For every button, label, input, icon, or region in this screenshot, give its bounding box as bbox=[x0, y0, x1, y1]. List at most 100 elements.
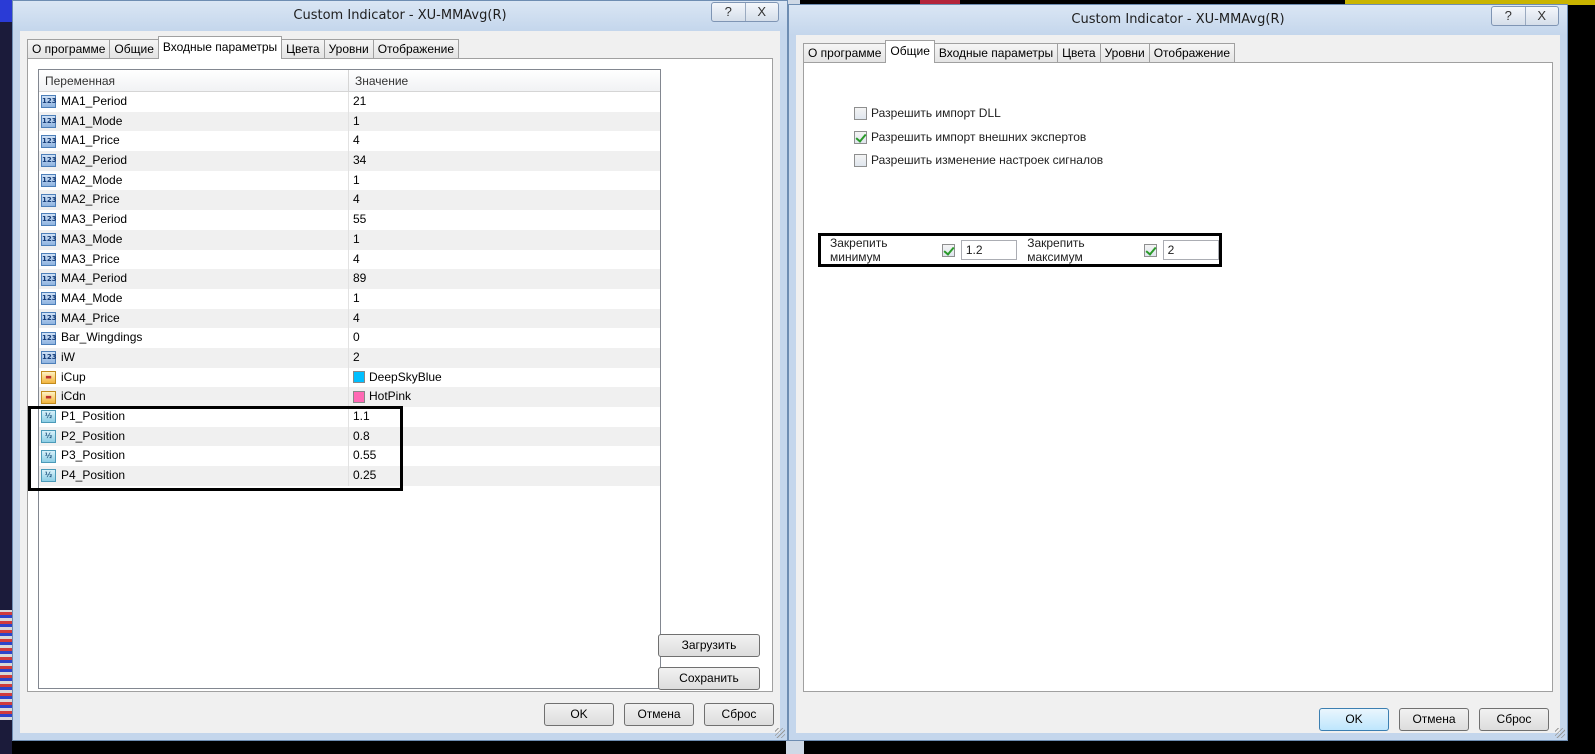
column-header-variable[interactable]: Переменная bbox=[39, 70, 349, 91]
variable-name: MA2_Period bbox=[61, 153, 128, 168]
fix-max-input[interactable]: 2 bbox=[1162, 240, 1219, 260]
table-row[interactable]: 123 MA2_Period 34 bbox=[39, 151, 660, 171]
close-button[interactable]: X bbox=[744, 3, 779, 21]
value-cell[interactable]: 1 bbox=[349, 112, 660, 132]
value-cell[interactable]: 34 bbox=[349, 151, 660, 171]
table-row[interactable]: 123 iW 2 bbox=[39, 347, 660, 368]
fix-min-input[interactable]: 1.2 bbox=[960, 240, 1018, 260]
tab-colors[interactable]: Цвета bbox=[1057, 43, 1101, 63]
allow-signals-checkbox[interactable] bbox=[854, 153, 867, 167]
value-cell[interactable]: DeepSkyBlue bbox=[349, 368, 660, 388]
value-cell[interactable]: 55 bbox=[349, 210, 660, 230]
tab-levels[interactable]: Уровни bbox=[1099, 43, 1150, 63]
common-panel: Разрешить импорт DLL Разрешить импорт вн… bbox=[803, 62, 1553, 692]
value-cell[interactable]: 1.1 bbox=[349, 407, 660, 427]
table-row[interactable]: 123 MA3_Price 4 bbox=[39, 249, 660, 270]
option-allow-experts[interactable]: Разрешить импорт внешних экспертов bbox=[854, 129, 1086, 145]
close-button[interactable]: X bbox=[1524, 7, 1559, 25]
variable-name: MA1_Period bbox=[61, 94, 128, 108]
reset-button[interactable]: Сброс bbox=[1479, 708, 1549, 731]
variable-value: 0.8 bbox=[353, 428, 370, 443]
resize-grip[interactable] bbox=[775, 728, 785, 738]
table-row[interactable]: ½ P1_Position 1.1 bbox=[39, 407, 660, 427]
table-row[interactable]: 123 MA4_Price 4 bbox=[39, 308, 660, 329]
int-icon: 123 bbox=[41, 252, 57, 266]
option-allow-signals[interactable]: Разрешить изменение настроек сигналов bbox=[854, 152, 1103, 168]
column-header-value[interactable]: Значение bbox=[349, 70, 408, 91]
table-row[interactable]: ½ P2_Position 0.8 bbox=[39, 426, 660, 447]
tab-common[interactable]: Общие bbox=[885, 40, 935, 63]
cancel-button[interactable]: Отмена bbox=[1399, 708, 1469, 731]
variable-value: 4 bbox=[353, 133, 360, 148]
value-cell[interactable]: 2 bbox=[349, 348, 660, 368]
resize-grip[interactable] bbox=[1555, 728, 1565, 738]
value-cell[interactable]: 1 bbox=[349, 230, 660, 250]
variable-value: 1 bbox=[353, 290, 360, 305]
tab-inputs[interactable]: Входные параметры bbox=[157, 36, 283, 59]
tab-inputs[interactable]: Входные параметры bbox=[933, 43, 1059, 63]
cancel-button[interactable]: Отмена bbox=[624, 703, 694, 726]
table-row[interactable]: ½ P3_Position 0.55 bbox=[39, 446, 660, 467]
table-row[interactable]: 123 MA2_Price 4 bbox=[39, 190, 660, 211]
allow-experts-checkbox[interactable] bbox=[854, 130, 867, 144]
ok-button[interactable]: OK bbox=[1319, 708, 1389, 731]
tab-visualization[interactable]: Отображение bbox=[1148, 43, 1236, 63]
help-button[interactable]: ? bbox=[712, 3, 745, 21]
table-row[interactable]: 123 MA3_Period 55 bbox=[39, 210, 660, 230]
value-cell[interactable]: 1 bbox=[349, 171, 660, 191]
variable-value: DeepSkyBlue bbox=[369, 369, 442, 384]
table-row[interactable]: 123 MA1_Period 21 bbox=[39, 92, 660, 112]
value-cell[interactable]: 21 bbox=[349, 92, 660, 112]
table-row[interactable]: 123 Bar_Wingdings 0 bbox=[39, 328, 660, 348]
variable-value: 0.55 bbox=[353, 448, 377, 463]
tab-levels[interactable]: Уровни bbox=[323, 39, 374, 59]
table-row[interactable]: 123 MA1_Mode 1 bbox=[39, 111, 660, 132]
load-button[interactable]: Загрузить bbox=[658, 634, 760, 657]
tab-visualization[interactable]: Отображение bbox=[372, 39, 460, 59]
tab-about[interactable]: О программе bbox=[27, 39, 111, 59]
value-cell[interactable]: 0.25 bbox=[349, 466, 660, 486]
save-button[interactable]: Сохранить bbox=[658, 667, 760, 690]
fix-max-checkbox[interactable] bbox=[1143, 243, 1157, 257]
value-cell[interactable]: 0 bbox=[349, 328, 660, 348]
variable-cell: 123 MA3_Price bbox=[39, 249, 349, 270]
variable-value: 4 bbox=[353, 310, 360, 325]
int-icon: 123 bbox=[41, 174, 57, 188]
int-icon: 123 bbox=[41, 213, 57, 227]
table-row[interactable]: 123 MA2_Mode 1 bbox=[39, 170, 660, 191]
value-cell[interactable]: 1 bbox=[349, 289, 660, 309]
value-cell[interactable]: 0.55 bbox=[349, 446, 660, 466]
value-cell[interactable]: HotPink bbox=[349, 387, 660, 407]
value-cell[interactable]: 4 bbox=[349, 190, 660, 210]
variable-name: MA2_Mode bbox=[61, 172, 123, 187]
allow-dll-label: Разрешить импорт DLL bbox=[871, 106, 1001, 120]
variable-cell: ½ P1_Position bbox=[39, 407, 349, 427]
value-cell[interactable]: 4 bbox=[349, 131, 660, 151]
table-row[interactable]: 123 MA4_Mode 1 bbox=[39, 288, 660, 309]
option-allow-dll[interactable]: Разрешить импорт DLL bbox=[854, 105, 1001, 121]
tab-about[interactable]: О программе bbox=[803, 43, 887, 63]
reset-button[interactable]: Сброс bbox=[704, 703, 774, 726]
ok-button[interactable]: OK bbox=[544, 703, 614, 726]
fix-min-checkbox[interactable] bbox=[942, 243, 955, 257]
tab-colors[interactable]: Цвета bbox=[281, 39, 325, 59]
value-cell[interactable]: 0.8 bbox=[349, 427, 660, 447]
help-button[interactable]: ? bbox=[1492, 7, 1525, 25]
table-row[interactable]: ▬ iCdn HotPink bbox=[39, 387, 660, 407]
value-cell[interactable]: 89 bbox=[349, 269, 660, 289]
double-icon: ½ bbox=[41, 469, 56, 483]
table-row[interactable]: 123 MA1_Price 4 bbox=[39, 131, 660, 152]
allow-dll-checkbox[interactable] bbox=[854, 106, 867, 120]
background-chart-strip bbox=[0, 0, 12, 754]
table-row[interactable]: 123 MA4_Period 89 bbox=[39, 269, 660, 289]
table-row[interactable]: 123 MA3_Mode 1 bbox=[39, 229, 660, 250]
variable-name: MA2_Price bbox=[61, 192, 120, 207]
table-row[interactable]: ½ P4_Position 0.25 bbox=[39, 466, 660, 486]
table-row[interactable]: ▬ iCup DeepSkyBlue bbox=[39, 367, 660, 388]
value-cell[interactable]: 4 bbox=[349, 250, 660, 270]
int-icon: 123 bbox=[41, 95, 57, 109]
value-cell[interactable]: 4 bbox=[349, 309, 660, 329]
tab-common[interactable]: Общие bbox=[109, 39, 159, 59]
variable-cell: 123 MA1_Period bbox=[39, 92, 349, 112]
variable-value: 0.25 bbox=[353, 468, 377, 483]
